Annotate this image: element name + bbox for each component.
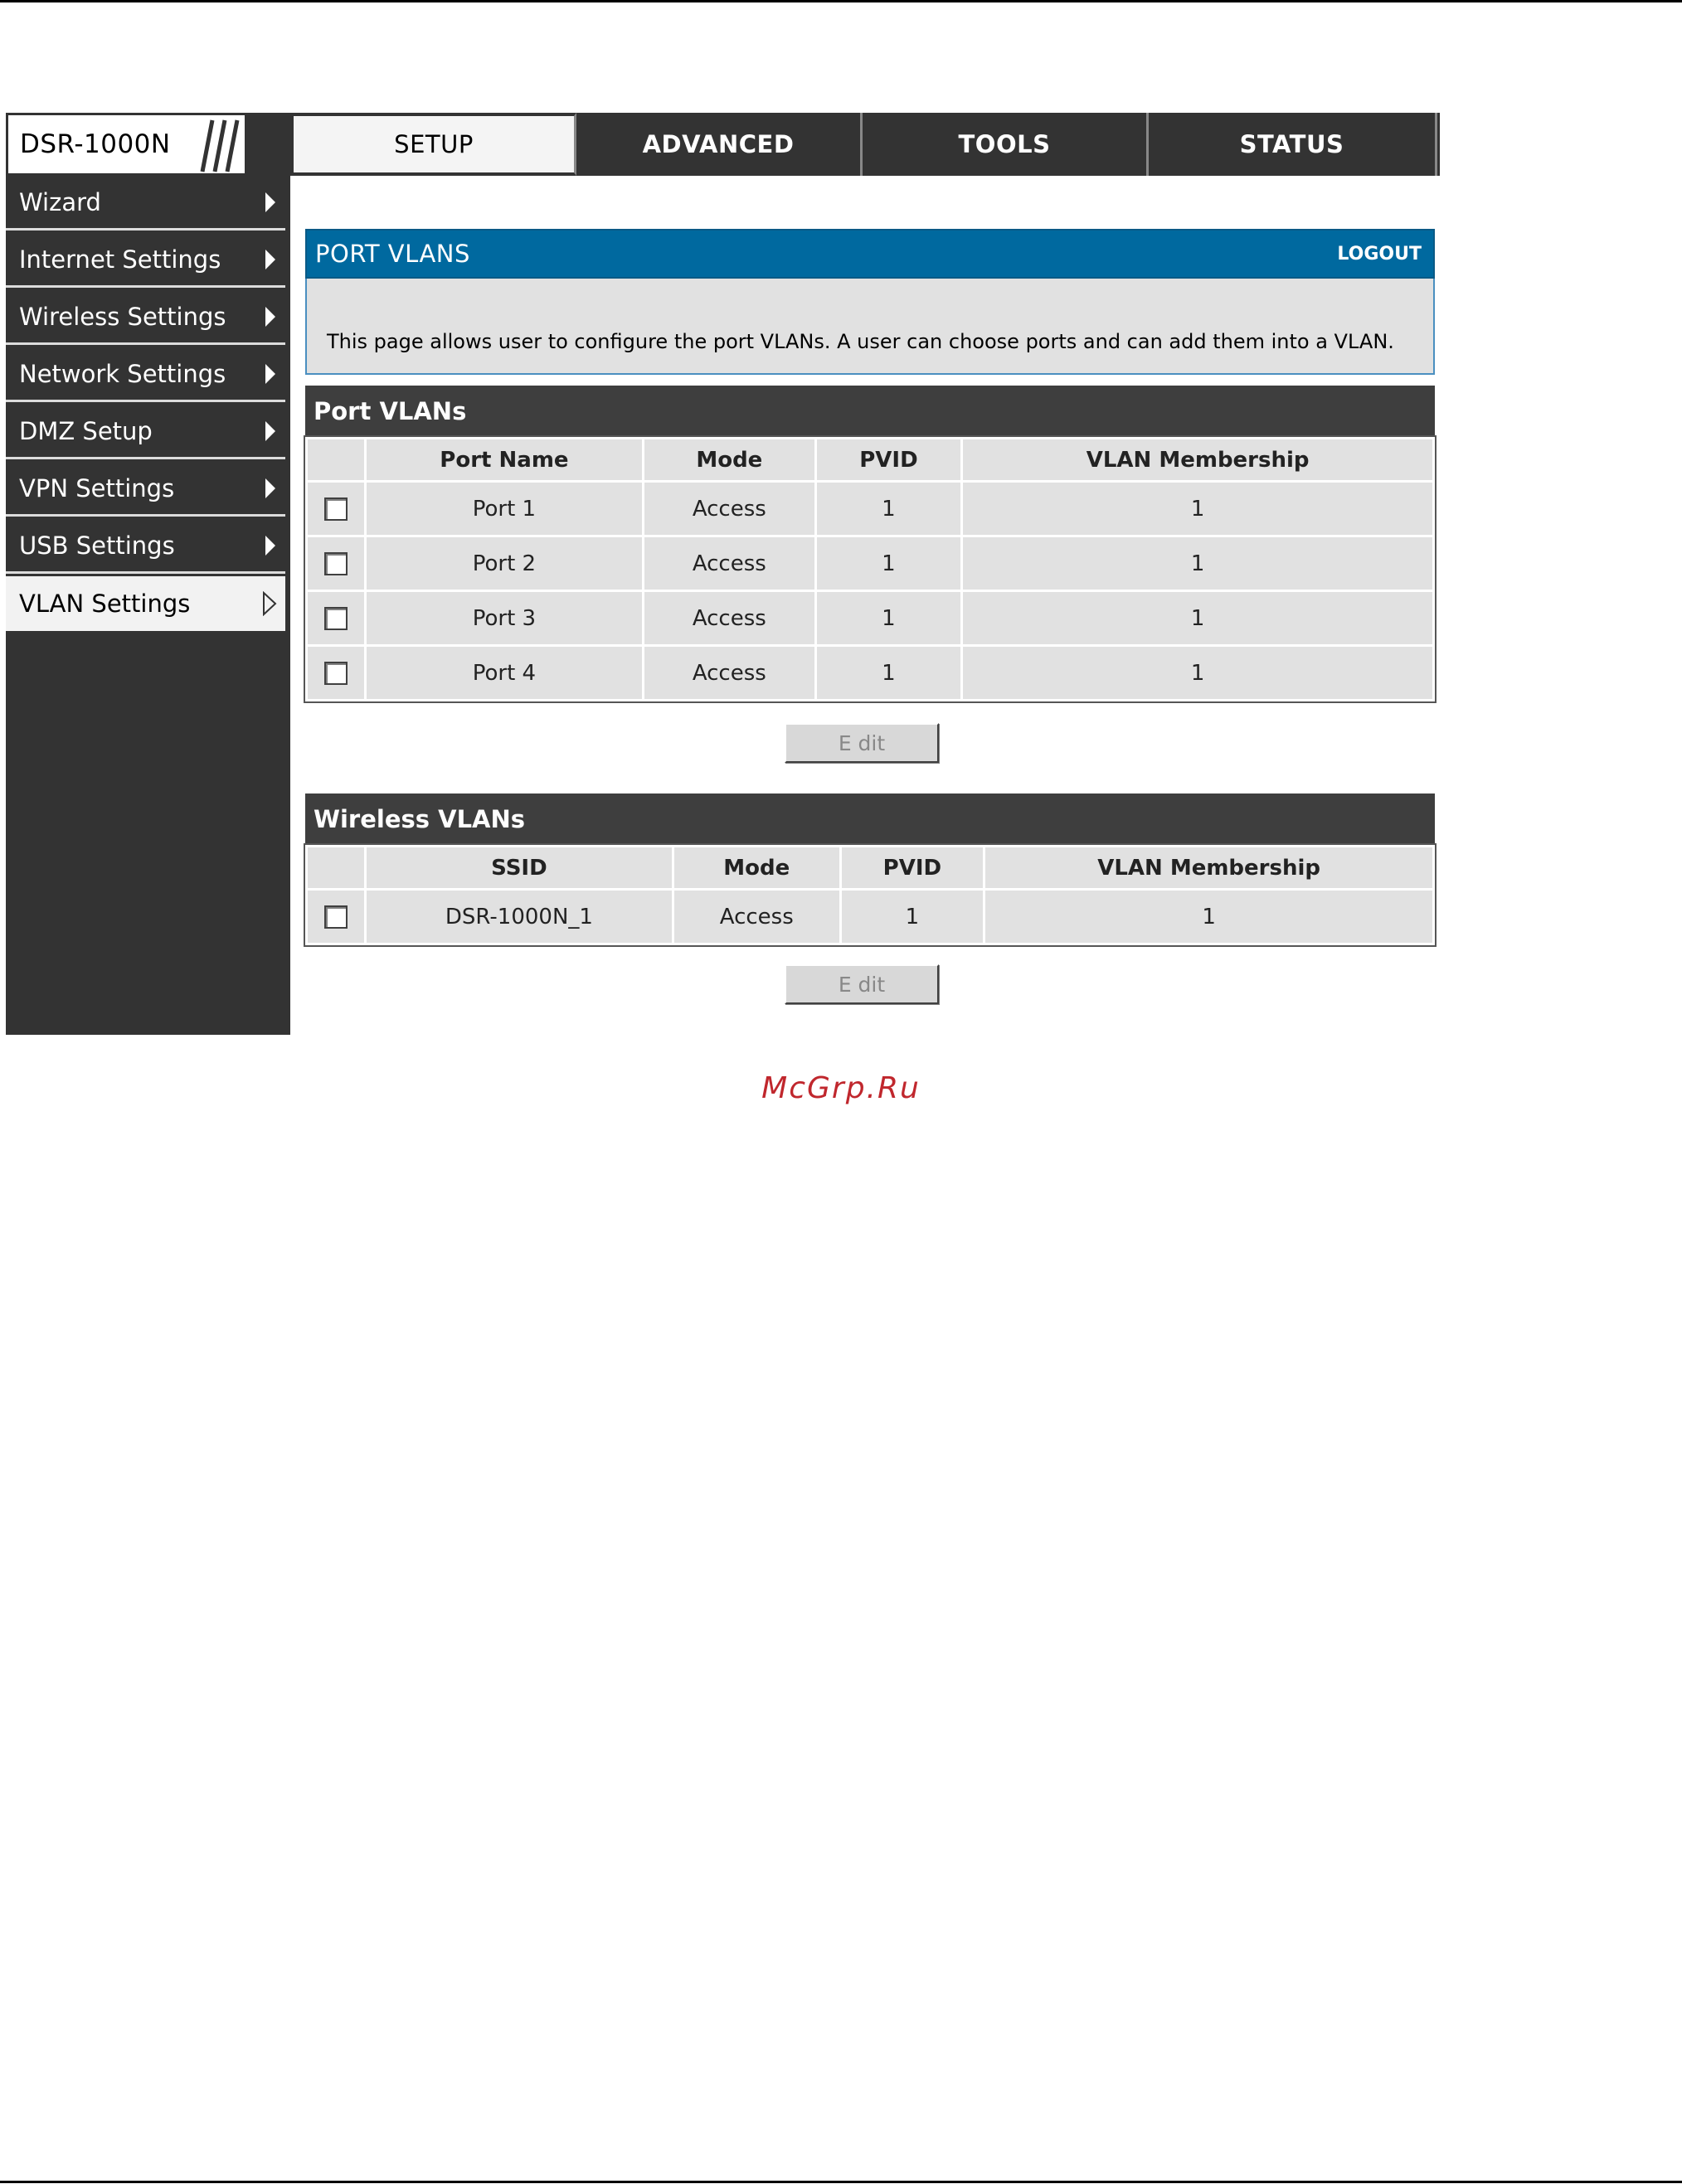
sidebar-item-label: DMZ Setup <box>19 416 153 445</box>
column-header: Mode <box>642 437 817 483</box>
tab-tools[interactable]: TOOLS <box>863 113 1149 176</box>
mode-cell: Access <box>642 535 817 592</box>
sidebar-item-network-settings[interactable]: Network Settings <box>6 347 285 402</box>
page-bottom-rule <box>0 2181 1682 2183</box>
chevron-right-outline-icon <box>263 591 277 616</box>
sidebar: Wizard Internet Settings Wireless Settin… <box>6 176 290 1035</box>
watermark-text: McGrp.Ru <box>761 1071 921 1105</box>
page-description: This page allows user to configure the p… <box>327 330 1394 353</box>
table-row: Port 4 Access 1 1 <box>305 644 1435 701</box>
sidebar-item-label: VLAN Settings <box>19 590 191 618</box>
product-name: DSR-1000N <box>20 129 171 159</box>
column-header: Mode <box>671 845 842 891</box>
table-header-row: Port Name Mode PVID VLAN Membership <box>305 437 1435 483</box>
sidebar-item-label: Internet Settings <box>19 245 221 274</box>
chevron-right-icon <box>265 363 275 384</box>
port-name-cell: Port 4 <box>363 644 645 701</box>
sidebar-item-label: Wireless Settings <box>19 302 226 331</box>
port-vlans-heading: Port VLANs <box>305 386 1435 437</box>
page-description-box: This page allows user to configure the p… <box>305 279 1435 375</box>
router-admin-app: DSR-1000N SETUP ADVANCED TOOLS STATUS Wi… <box>6 113 1440 1035</box>
wireless-vlans-heading: Wireless VLANs <box>305 794 1435 845</box>
chevron-right-icon <box>265 192 275 212</box>
vlan-membership-cell: 1 <box>960 480 1435 537</box>
sidebar-item-label: Network Settings <box>19 359 226 388</box>
port-name-cell: Port 2 <box>363 535 645 592</box>
tab-advanced[interactable]: ADVANCED <box>576 113 863 176</box>
mode-cell: Access <box>642 644 817 701</box>
page-title: PORT VLANS <box>315 240 470 268</box>
vlan-membership-cell: 1 <box>960 535 1435 592</box>
chevron-right-icon <box>265 249 275 269</box>
row-checkbox[interactable] <box>323 905 348 929</box>
mode-cell: Access <box>671 888 842 945</box>
table-row: DSR-1000N_1 Access 1 1 <box>305 888 1435 945</box>
port-name-cell: Port 3 <box>363 590 645 647</box>
row-select-cell <box>305 590 367 647</box>
pvid-cell: 1 <box>814 535 964 592</box>
sidebar-item-label: USB Settings <box>19 531 175 560</box>
row-checkbox[interactable] <box>323 662 348 685</box>
table-header-row: SSID Mode PVID VLAN Membership <box>305 845 1435 891</box>
pvid-cell: 1 <box>814 644 964 701</box>
top-nav-tabs: SETUP ADVANCED TOOLS STATUS <box>290 113 1440 176</box>
row-checkbox[interactable] <box>323 552 348 575</box>
sidebar-item-vlan-settings[interactable]: VLAN Settings <box>6 576 285 631</box>
sidebar-item-internet-settings[interactable]: Internet Settings <box>6 233 285 288</box>
table-row: Port 3 Access 1 1 <box>305 590 1435 647</box>
ssid-cell: DSR-1000N_1 <box>363 888 674 945</box>
pvid-cell: 1 <box>814 480 964 537</box>
sidebar-item-usb-settings[interactable]: USB Settings <box>6 519 285 574</box>
table-row: Port 1 Access 1 1 <box>305 480 1435 537</box>
vlan-membership-cell: 1 <box>960 644 1435 701</box>
column-header: PVID <box>839 845 986 891</box>
sidebar-item-wizard[interactable]: Wizard <box>6 176 285 231</box>
row-select-cell <box>305 535 367 592</box>
port-name-cell: Port 1 <box>363 480 645 537</box>
column-header-select <box>305 437 367 483</box>
tab-status[interactable]: STATUS <box>1149 113 1437 176</box>
pvid-cell: 1 <box>814 590 964 647</box>
logo-slashes-icon <box>200 119 240 172</box>
sidebar-item-dmz-setup[interactable]: DMZ Setup <box>6 405 285 459</box>
column-header: PVID <box>814 437 964 483</box>
chevron-right-icon <box>265 420 275 441</box>
sidebar-item-label: Wizard <box>19 187 101 216</box>
row-select-cell <box>305 480 367 537</box>
row-checkbox[interactable] <box>323 497 348 521</box>
column-header: Port Name <box>363 437 645 483</box>
wireless-vlans-table: SSID Mode PVID VLAN Membership DSR-1000N… <box>304 843 1437 947</box>
row-checkbox[interactable] <box>323 607 348 630</box>
sidebar-item-wireless-settings[interactable]: Wireless Settings <box>6 290 285 345</box>
vlan-membership-cell: 1 <box>960 590 1435 647</box>
pvid-cell: 1 <box>839 888 986 945</box>
logout-link[interactable]: LOGOUT <box>1337 244 1422 265</box>
tab-setup[interactable]: SETUP <box>290 113 576 176</box>
column-header: SSID <box>363 845 674 891</box>
mode-cell: Access <box>642 590 817 647</box>
row-select-cell <box>305 644 367 701</box>
table-row: Port 2 Access 1 1 <box>305 535 1435 592</box>
column-header: VLAN Membership <box>983 845 1435 891</box>
sidebar-item-label: VPN Settings <box>19 473 175 502</box>
sidebar-item-vpn-settings[interactable]: VPN Settings <box>6 462 285 517</box>
mode-cell: Access <box>642 480 817 537</box>
chevron-right-icon <box>265 535 275 556</box>
product-logo: DSR-1000N <box>6 113 290 176</box>
column-header-select <box>305 845 367 891</box>
column-header: VLAN Membership <box>960 437 1435 483</box>
vlan-membership-cell: 1 <box>983 888 1435 945</box>
port-vlans-edit-button[interactable]: E dit <box>785 723 939 763</box>
main-content: PORT VLANS LOGOUT This page allows user … <box>295 176 1440 1035</box>
port-vlans-table: Port Name Mode PVID VLAN Membership Port… <box>304 435 1437 703</box>
chevron-right-icon <box>265 306 275 327</box>
logo-dark-panel <box>245 115 288 173</box>
row-select-cell <box>305 888 367 945</box>
page-title-bar: PORT VLANS LOGOUT <box>305 229 1435 279</box>
chevron-right-icon <box>265 478 275 498</box>
page-top-rule <box>0 0 1682 2</box>
wireless-vlans-edit-button[interactable]: E dit <box>785 964 939 1004</box>
